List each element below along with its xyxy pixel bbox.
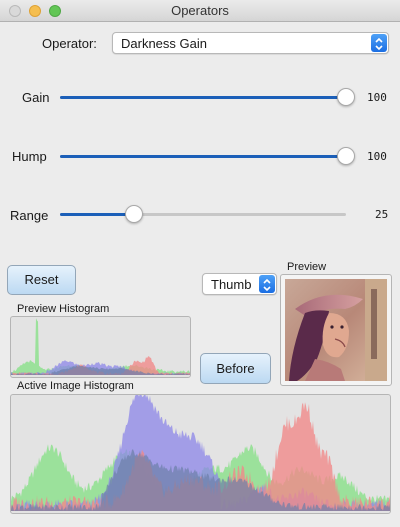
preview-label: Preview <box>287 261 327 273</box>
hump-slider-knob[interactable] <box>337 147 355 165</box>
title-bar: Operators <box>0 0 400 22</box>
active-histogram-plot <box>11 395 390 511</box>
operator-select[interactable]: Darkness Gain <box>112 32 389 54</box>
before-button[interactable]: Before <box>200 353 271 384</box>
preview-histogram-label: Preview Histogram <box>17 303 110 315</box>
preview-image <box>285 279 387 381</box>
operator-label: Operator: <box>42 36 97 51</box>
gain-slider-fill <box>60 96 346 99</box>
preview-frame <box>280 274 392 386</box>
hump-slider[interactable] <box>60 147 355 165</box>
preview-histogram-plot <box>11 318 190 375</box>
preview-mode-select[interactable]: Thumb <box>202 273 277 295</box>
hump-value: 100 <box>367 150 387 163</box>
preview-mode-value: Thumb <box>211 277 252 292</box>
range-slider[interactable] <box>60 205 346 223</box>
gain-label: Gain <box>22 90 50 105</box>
reset-button[interactable]: Reset <box>7 265 76 295</box>
range-label: Range <box>10 208 49 223</box>
range-slider-knob[interactable] <box>125 205 144 223</box>
active-histogram-label: Active Image Histogram <box>17 380 134 392</box>
range-value: 25 <box>375 208 389 221</box>
chevron-updown-icon <box>371 34 387 52</box>
preview-histogram <box>10 316 191 378</box>
range-slider-fill <box>60 213 135 216</box>
chevron-updown-icon <box>259 275 275 293</box>
window-title: Operators <box>171 3 229 18</box>
gain-value: 100 <box>367 91 387 104</box>
hump-slider-fill <box>60 155 346 158</box>
gain-slider-knob[interactable] <box>337 88 355 106</box>
operator-select-value: Darkness Gain <box>121 36 207 51</box>
active-histogram <box>10 394 391 514</box>
hump-label: Hump <box>12 149 47 164</box>
gain-slider[interactable] <box>60 88 355 106</box>
